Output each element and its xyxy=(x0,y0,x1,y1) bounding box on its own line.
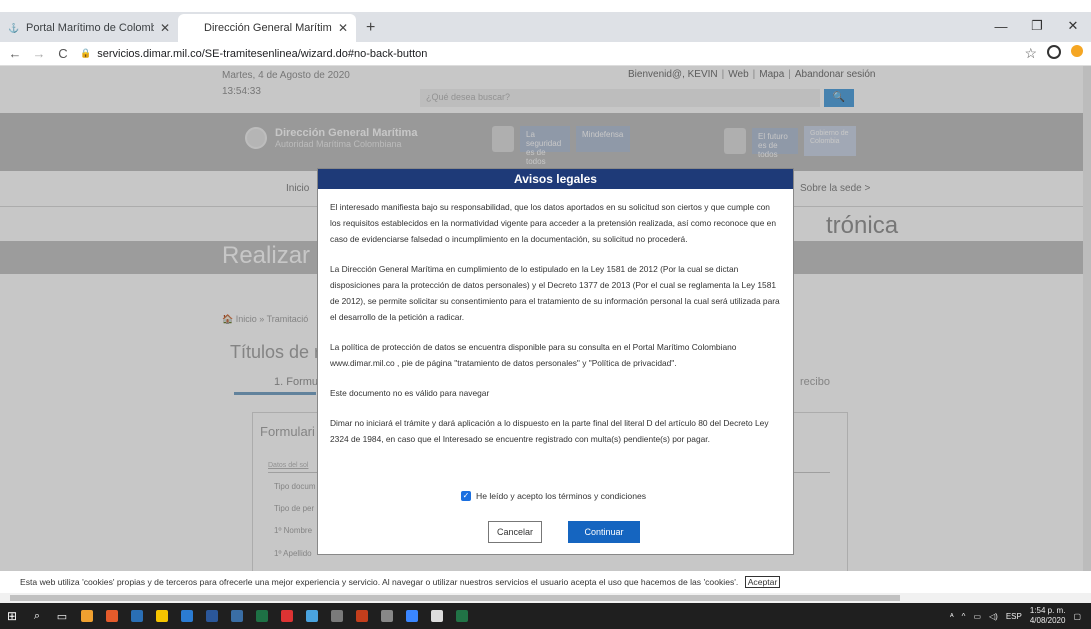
legal-paragraph: Dimar no iniciará el trámite y dará apli… xyxy=(330,418,769,444)
app-glyph xyxy=(131,610,143,622)
task-view-icon[interactable]: ▭ xyxy=(50,603,74,629)
app-glyph xyxy=(356,610,368,622)
legal-paragraph: La política de protección de datos se en… xyxy=(330,342,737,368)
legal-notice-modal: Avisos legales El interesado manifiesta … xyxy=(317,168,794,555)
app-glyph xyxy=(431,610,443,622)
app-glyph xyxy=(281,610,293,622)
page: Martes, 4 de Agosto de 2020 13:54:33 Bie… xyxy=(0,66,1091,603)
taskbar-app-icon[interactable] xyxy=(175,603,199,629)
tab-dimar[interactable]: Dirección General Marítima (DIM ✕ xyxy=(178,14,356,42)
accept-cookies-button[interactable]: Aceptar xyxy=(744,576,781,588)
legal-paragraph: Este documento no es válido para navegar xyxy=(330,388,490,398)
app-glyph xyxy=(331,610,343,622)
app-glyph xyxy=(406,610,418,622)
close-window-icon[interactable]: ✕ xyxy=(1055,18,1091,34)
app-glyph xyxy=(456,610,468,622)
star-icon[interactable]: ☆ xyxy=(1024,45,1037,62)
address-bar[interactable]: 🔒 servicios.dimar.mil.co/SE-tramitesenli… xyxy=(80,48,1014,60)
legal-paragraph: La Dirección General Marítima en cumplim… xyxy=(330,264,780,322)
taskbar-app-icon[interactable] xyxy=(425,603,449,629)
modal-title: Avisos legales xyxy=(318,169,793,189)
cookie-bar: Esta web utiliza 'cookies' propias y de … xyxy=(0,571,1091,593)
url-text: servicios.dimar.mil.co/SE-tramitesenline… xyxy=(97,47,428,60)
taskbar-app-icon[interactable] xyxy=(125,603,149,629)
close-icon[interactable]: ✕ xyxy=(338,21,348,35)
scrollbar-thumb[interactable] xyxy=(10,595,900,601)
window-controls: — ❐ ✕ xyxy=(983,12,1091,40)
app-glyph xyxy=(81,610,93,622)
system-tray: ᴬ ^ ▭ ◁) ESP 1:54 p. m. 4/08/2020 ▢ xyxy=(950,603,1081,629)
app-glyph xyxy=(206,610,218,622)
profile-icon[interactable] xyxy=(1047,45,1061,59)
taskbar-app-icon[interactable] xyxy=(225,603,249,629)
close-icon[interactable]: ✕ xyxy=(160,21,170,35)
taskbar-app-icon[interactable] xyxy=(350,603,374,629)
taskbar-app-icon[interactable] xyxy=(150,603,174,629)
tab-title: Dirección General Marítima (DIM xyxy=(204,22,332,34)
tab-title: Portal Marítimo de Colombia | Po xyxy=(26,22,154,34)
taskbar-app-icon[interactable] xyxy=(250,603,274,629)
taskbar-app-icon[interactable] xyxy=(400,603,424,629)
clock-date: 4/08/2020 xyxy=(1029,616,1066,625)
forward-icon[interactable]: → xyxy=(32,46,46,61)
terms-label[interactable]: He leído y acepto los términos y condici… xyxy=(476,491,646,501)
notifications-icon[interactable]: ▢ xyxy=(1073,612,1081,621)
taskbar-app-icon[interactable] xyxy=(75,603,99,629)
search-icon[interactable]: ⌕ xyxy=(25,603,49,629)
people-icon[interactable]: ᴬ xyxy=(950,612,954,621)
taskbar-app-icon[interactable] xyxy=(275,603,299,629)
cookie-text: Esta web utiliza 'cookies' propias y de … xyxy=(20,577,739,587)
taskbar-app-icon[interactable] xyxy=(100,603,124,629)
reload-icon[interactable]: C xyxy=(56,46,70,61)
legal-paragraph: El interesado manifiesta bajo su respons… xyxy=(330,202,777,244)
continue-button[interactable]: Continuar xyxy=(568,521,640,543)
site-favicon-icon xyxy=(186,22,198,34)
app-glyph xyxy=(106,610,118,622)
taskbar-app-icon[interactable] xyxy=(450,603,474,629)
extension-icon[interactable] xyxy=(1071,45,1083,57)
tray-chevron-icon[interactable]: ^ xyxy=(962,612,966,621)
pinned-apps xyxy=(75,603,475,629)
taskbar-app-icon[interactable] xyxy=(375,603,399,629)
volume-icon[interactable]: ◁) xyxy=(989,612,998,621)
restore-icon[interactable]: ❐ xyxy=(1019,18,1055,34)
app-glyph xyxy=(231,610,243,622)
terms-checkbox[interactable]: ✓ xyxy=(461,491,471,501)
taskbar-app-icon[interactable] xyxy=(200,603,224,629)
tab-portal[interactable]: ⚓ Portal Marítimo de Colombia | Po ✕ xyxy=(0,14,178,42)
site-favicon-icon: ⚓ xyxy=(8,22,20,33)
browser-toolbar: ← → C 🔒 servicios.dimar.mil.co/SE-tramit… xyxy=(0,42,1091,66)
tab-strip: ⚓ Portal Marítimo de Colombia | Po ✕ Dir… xyxy=(0,12,1091,42)
minimize-icon[interactable]: — xyxy=(983,19,1019,34)
app-glyph xyxy=(306,610,318,622)
back-icon[interactable]: ← xyxy=(8,46,22,61)
app-glyph xyxy=(381,610,393,622)
app-glyph xyxy=(181,610,193,622)
terms-checkbox-row[interactable]: ✓ He leído y acepto los términos y condi… xyxy=(461,491,646,501)
cancel-button[interactable]: Cancelar xyxy=(488,521,542,543)
app-glyph xyxy=(156,610,168,622)
taskbar-app-icon[interactable] xyxy=(325,603,349,629)
clock[interactable]: 1:54 p. m. 4/08/2020 xyxy=(1030,606,1066,626)
lock-icon: 🔒 xyxy=(80,48,92,58)
language-indicator[interactable]: ESP xyxy=(1006,612,1022,621)
windows-start-icon[interactable]: ⊞ xyxy=(0,603,24,629)
modal-body: El interesado manifiesta bajo su respons… xyxy=(318,189,793,447)
taskbar-app-icon[interactable] xyxy=(300,603,324,629)
clock-time: 1:54 p. m. xyxy=(1029,606,1066,615)
network-icon[interactable]: ▭ xyxy=(973,612,981,621)
app-glyph xyxy=(256,610,268,622)
new-tab-icon[interactable]: + xyxy=(356,14,385,42)
horizontal-scrollbar[interactable] xyxy=(0,593,1091,603)
screen: ⚓ Portal Marítimo de Colombia | Po ✕ Dir… xyxy=(0,0,1091,629)
windows-taskbar: ⊞ ⌕ ▭ ᴬ ^ ▭ ◁) ESP 1:54 p. m. 4/08/2020 … xyxy=(0,603,1091,629)
